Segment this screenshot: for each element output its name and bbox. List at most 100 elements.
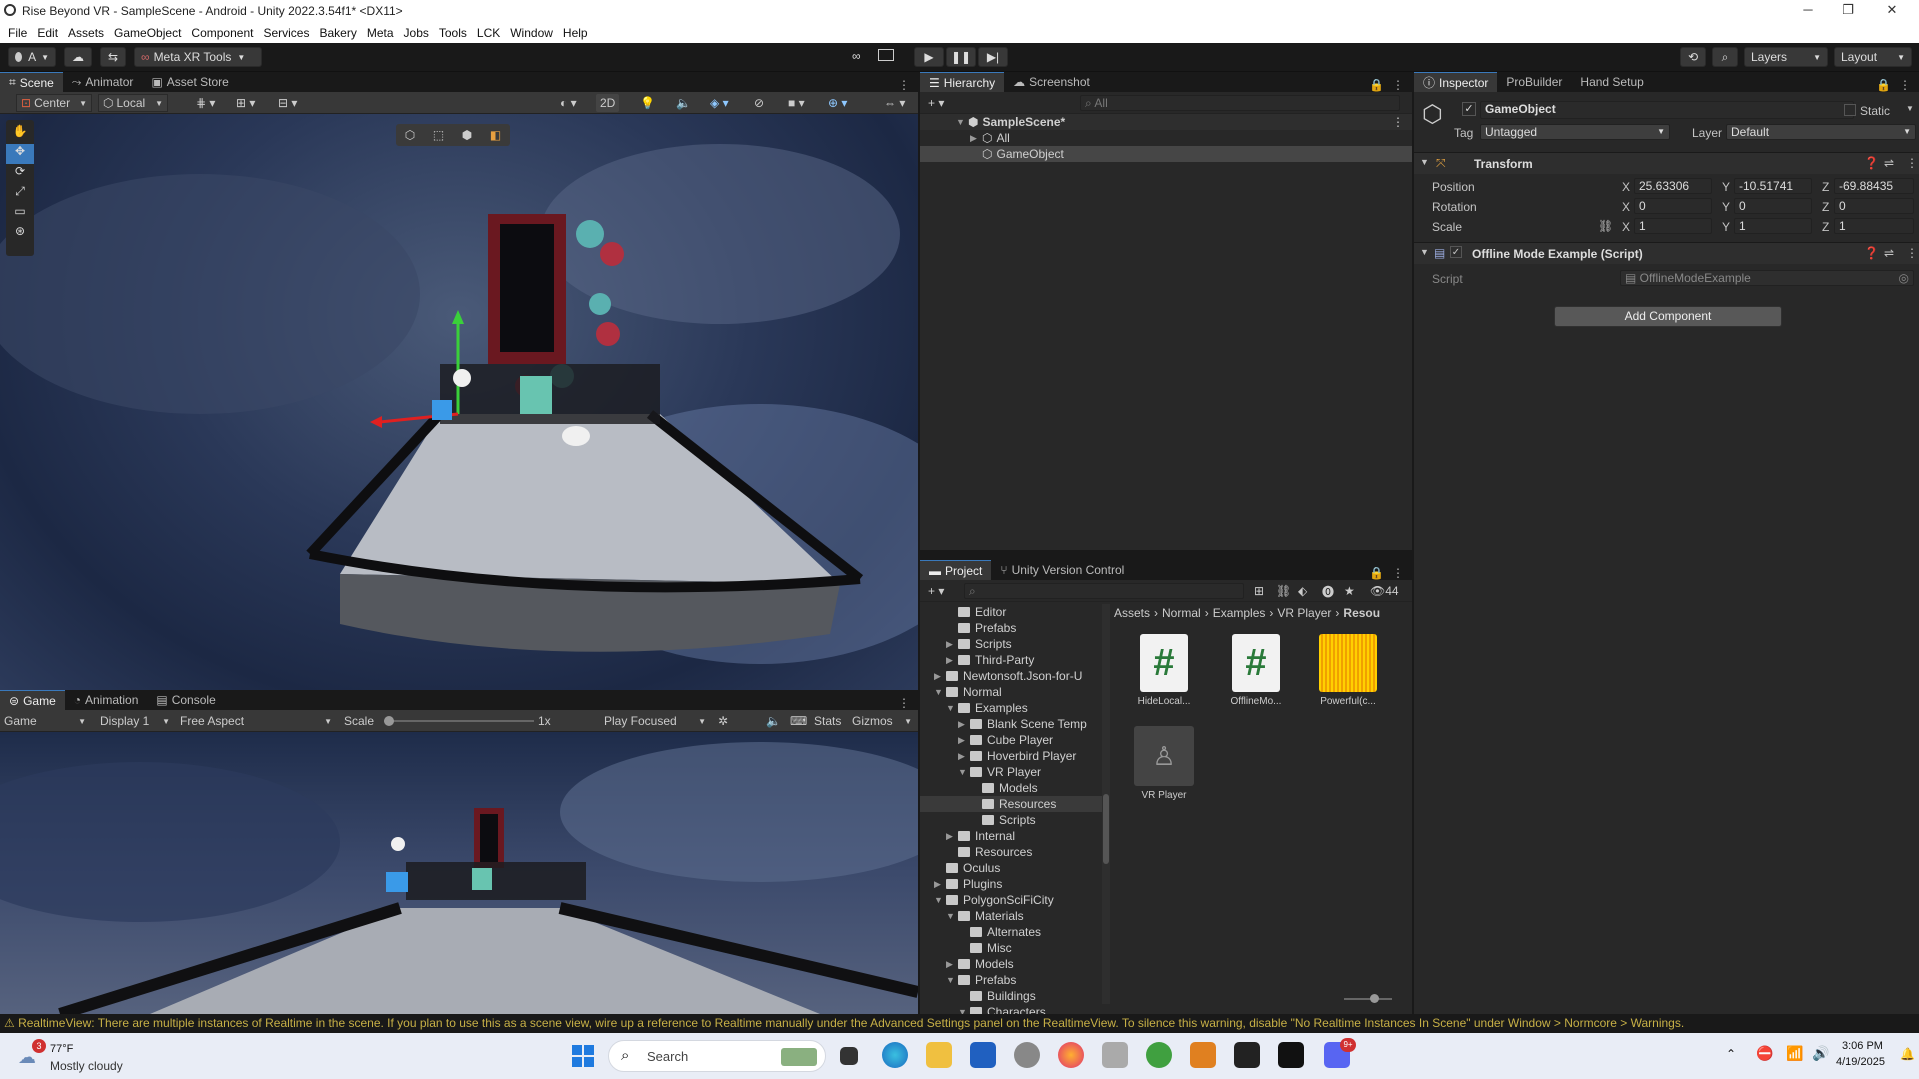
scale-z-field[interactable]: 1 bbox=[1834, 218, 1914, 234]
menu-gameobject[interactable]: GameObject bbox=[114, 26, 181, 40]
layout-dropdown[interactable]: Layout ▼ bbox=[1834, 47, 1912, 67]
tag-dropdown[interactable]: Untagged ▼ bbox=[1480, 124, 1670, 140]
file-explorer-icon[interactable] bbox=[926, 1042, 952, 1068]
project-folder-row[interactable]: Buildings bbox=[920, 988, 1102, 1004]
constrain-proportions-icon[interactable]: ⛓ bbox=[1598, 219, 1613, 233]
unity-hub-icon[interactable] bbox=[1102, 1042, 1128, 1068]
tab-screenshot[interactable]: ☁ Screenshot bbox=[1004, 72, 1099, 92]
firefox-icon[interactable] bbox=[1058, 1042, 1084, 1068]
project-folder-row[interactable]: Oculus bbox=[920, 860, 1102, 876]
project-folder-row[interactable]: ▼ VR Player bbox=[920, 764, 1102, 780]
tab-inspector[interactable]: ⓘ Inspector bbox=[1414, 72, 1498, 92]
chevron-right-icon[interactable]: ▶ bbox=[946, 959, 956, 970]
preset-icon[interactable]: ⇌ bbox=[1884, 246, 1894, 260]
project-folder-row[interactable]: ▶ Internal bbox=[920, 828, 1102, 844]
volume-icon[interactable]: 🔊 bbox=[1812, 1045, 1829, 1062]
chevron-up-icon[interactable]: ⌃ bbox=[1726, 1047, 1736, 1061]
component-enabled-checkbox[interactable]: ✓ bbox=[1450, 246, 1462, 258]
project-folder-row[interactable]: ▼ Characters bbox=[920, 1004, 1102, 1014]
tab-animator[interactable]: ⤳ Animator bbox=[63, 72, 143, 92]
chevron-right-icon[interactable]: ▶ bbox=[958, 735, 968, 746]
more-icon[interactable]: ⋮ bbox=[898, 78, 910, 92]
chevron-down-icon[interactable]: ▼ bbox=[946, 975, 956, 985]
lighting-button[interactable]: 💡 bbox=[636, 94, 659, 112]
more-icon[interactable]: ⋮ bbox=[1906, 156, 1918, 170]
project-folder-row[interactable]: ▼ PolygonSciFiCity bbox=[920, 892, 1102, 908]
hierarchy-item-gameobject[interactable]: ⬡ GameObject bbox=[920, 146, 1412, 162]
move-tool-icon[interactable]: ✥ bbox=[6, 144, 34, 164]
project-folder-row[interactable]: Misc bbox=[920, 940, 1102, 956]
visibility-button[interactable]: ⊘ bbox=[750, 94, 768, 112]
zoom-slider[interactable] bbox=[1344, 994, 1392, 1003]
close-button[interactable]: ✕ bbox=[1872, 2, 1912, 18]
tag-button[interactable]: ⬖ bbox=[1294, 582, 1311, 600]
tab-console[interactable]: ▤ Console bbox=[147, 690, 224, 710]
project-folder-row[interactable]: Resources bbox=[920, 844, 1102, 860]
project-folder-row[interactable]: ▶ Hoverbird Player bbox=[920, 748, 1102, 764]
rotate-tool-icon[interactable]: ⟳ bbox=[6, 164, 34, 184]
tab-hierarchy[interactable]: ☰ Hierarchy bbox=[920, 72, 1005, 92]
menu-meta[interactable]: Meta bbox=[367, 26, 394, 40]
filter-type-button[interactable]: ⊞ bbox=[1250, 582, 1268, 600]
project-folder-row[interactable]: ▶ Plugins bbox=[920, 876, 1102, 892]
pivot-dropdown[interactable]: ⊡ Center ▼ bbox=[16, 94, 92, 112]
notification-icon[interactable]: 🔔 bbox=[1900, 1047, 1915, 1061]
tab-version-control[interactable]: ⑂ Unity Version Control bbox=[991, 560, 1133, 580]
space-dropdown[interactable]: ⬡ Local ▼ bbox=[98, 94, 168, 112]
chevron-down-icon[interactable]: ▼ bbox=[958, 767, 968, 777]
object-mode-icon[interactable]: ⬡ bbox=[405, 128, 415, 142]
hierarchy-item-all[interactable]: ▶ ⬡ All bbox=[920, 130, 1412, 146]
chevron-right-icon[interactable]: ▶ bbox=[934, 671, 944, 682]
asset-item[interactable]: # HideLocal... bbox=[1132, 634, 1196, 707]
chevron-right-icon[interactable]: ▶ bbox=[958, 719, 968, 730]
scale-x-field[interactable]: 1 bbox=[1634, 218, 1712, 234]
transform-tool-icon[interactable]: ⊛ bbox=[6, 224, 34, 244]
project-folder-row[interactable]: Resources bbox=[920, 796, 1102, 812]
position-z-field[interactable]: -69.88435 bbox=[1834, 178, 1914, 194]
edge-mode-icon[interactable]: ⬢ bbox=[462, 128, 472, 142]
chevron-down-icon[interactable]: ▼ bbox=[1420, 157, 1429, 167]
project-folder-row[interactable]: ▼ Examples bbox=[920, 700, 1102, 716]
project-folder-row[interactable]: Prefabs bbox=[920, 620, 1102, 636]
more-icon[interactable]: ⋮ bbox=[1899, 78, 1911, 92]
add-component-button[interactable]: Add Component bbox=[1554, 306, 1782, 327]
hierarchy-search-input[interactable]: ⌕ All bbox=[1080, 95, 1400, 111]
tab-probuilder[interactable]: ProBuilder bbox=[1497, 72, 1571, 92]
project-folder-row[interactable]: ▶ Third-Party bbox=[920, 652, 1102, 668]
scale-y-field[interactable]: 1 bbox=[1734, 218, 1812, 234]
more-icon[interactable]: ⋮ bbox=[898, 696, 910, 710]
grid-snap-button[interactable]: ⋕ ▾ bbox=[192, 94, 219, 112]
app-icon[interactable] bbox=[1190, 1042, 1216, 1068]
collab-button[interactable]: ⇆ bbox=[100, 47, 126, 67]
tab-game[interactable]: ⊜ Game bbox=[0, 690, 65, 710]
audio-button[interactable]: 🔈 bbox=[672, 94, 695, 112]
edge-icon[interactable] bbox=[882, 1042, 908, 1068]
weather-widget[interactable]: ☁ 3 77°F Mostly cloudy bbox=[14, 1039, 164, 1073]
object-name-field[interactable]: GameObject bbox=[1480, 101, 1854, 119]
asset-item[interactable]: ♙ VR Player bbox=[1132, 726, 1196, 801]
rect-tool-icon[interactable]: ▭ bbox=[6, 204, 34, 224]
minimize-button[interactable]: ─ bbox=[1788, 2, 1828, 17]
project-folder-row[interactable]: ▼ Normal bbox=[920, 684, 1102, 700]
vertex-mode-icon[interactable]: ⬚ bbox=[433, 128, 444, 142]
scale-slider[interactable] bbox=[384, 716, 534, 726]
start-button[interactable] bbox=[572, 1045, 594, 1067]
asset-item[interactable]: Powerful(c... bbox=[1316, 634, 1380, 707]
tab-asset-store[interactable]: ▣ Asset Store bbox=[142, 72, 237, 92]
menu-services[interactable]: Services bbox=[263, 26, 309, 40]
more-icon[interactable]: ⋮ bbox=[1906, 246, 1918, 260]
meta-link-icon[interactable]: ∞ bbox=[852, 49, 861, 63]
meta-icon[interactable] bbox=[1278, 1042, 1304, 1068]
chevron-right-icon[interactable]: ▶ bbox=[946, 831, 956, 842]
breadcrumb-resources[interactable]: Resou bbox=[1343, 606, 1380, 620]
menu-edit[interactable]: Edit bbox=[37, 26, 58, 40]
rotation-z-field[interactable]: 0 bbox=[1834, 198, 1914, 214]
torrent-icon[interactable] bbox=[1146, 1042, 1172, 1068]
more-icon[interactable]: ⋮ bbox=[1392, 78, 1404, 92]
chevron-down-icon[interactable]: ▼ bbox=[946, 911, 956, 921]
breadcrumb-examples[interactable]: Examples bbox=[1213, 606, 1266, 620]
breadcrumb-normal[interactable]: Normal bbox=[1162, 606, 1201, 620]
aspect-dropdown[interactable]: Free Aspect ▼ bbox=[176, 712, 336, 730]
chevron-right-icon[interactable]: ▶ bbox=[946, 639, 956, 650]
mute-button[interactable]: 🔈 bbox=[762, 712, 785, 730]
